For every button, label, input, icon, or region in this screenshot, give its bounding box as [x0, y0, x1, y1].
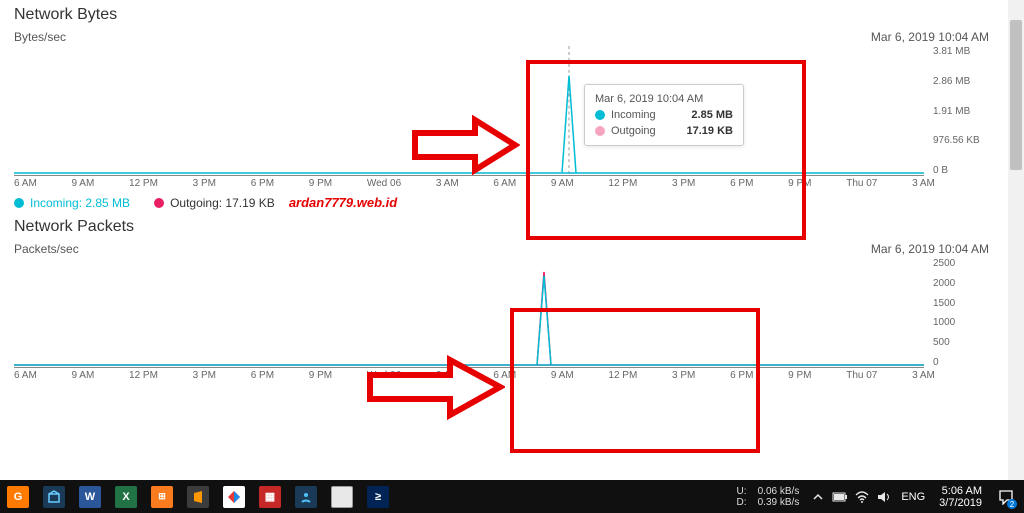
taskbar-word-icon[interactable]: W: [72, 480, 108, 513]
tray-chevron-up-icon[interactable]: [809, 488, 827, 506]
panel-title-bytes: Network Bytes: [14, 6, 995, 24]
annotation-arrow-icon: [365, 355, 505, 420]
legend-incoming[interactable]: Incoming: 2.85 MB: [30, 196, 130, 210]
annotation-arrow-icon: [410, 115, 520, 175]
taskbar-app-icon[interactable]: [36, 480, 72, 513]
tray-clock[interactable]: 5:06 AM 3/7/2019: [939, 485, 982, 509]
tray-notifications-icon[interactable]: 2: [992, 480, 1020, 513]
taskbar-app-icon[interactable]: G: [0, 480, 36, 513]
chart-legend: Incoming: 2.85 MB Outgoing: 17.19 KB ard…: [14, 195, 995, 210]
panel-timestamp-bytes: Mar 6, 2019 10:04 AM: [871, 30, 989, 44]
taskbar-app-icon[interactable]: [288, 480, 324, 513]
legend-outgoing[interactable]: Outgoing: 17.19 KB: [170, 196, 275, 210]
windows-taskbar[interactable]: G W X ⊞ ▦ ≥ U: 0.06 kB/s D: 0.39 kB/s EN…: [0, 480, 1024, 513]
vertical-scrollbar[interactable]: [1008, 0, 1024, 480]
taskbar-app-icon[interactable]: ▦: [252, 480, 288, 513]
annotation-highlight-box: [526, 60, 806, 240]
tray-wifi-icon[interactable]: [853, 488, 871, 506]
legend-dot-incoming-icon: [14, 198, 24, 208]
notification-badge: 2: [1007, 499, 1017, 509]
taskbar-powershell-icon[interactable]: ≥: [360, 480, 396, 513]
tray-volume-icon[interactable]: [875, 488, 893, 506]
panel-ylabel-bytes: Bytes/sec: [14, 30, 66, 44]
annotation-highlight-box: [510, 308, 760, 453]
taskbar-app-icon[interactable]: [324, 480, 360, 513]
legend-dot-outgoing-icon: [154, 198, 164, 208]
panel-ylabel-packets: Packets/sec: [14, 242, 79, 256]
taskbar-excel-icon[interactable]: X: [108, 480, 144, 513]
taskbar-sublime-icon[interactable]: [180, 480, 216, 513]
taskbar-xampp-icon[interactable]: ⊞: [144, 480, 180, 513]
taskbar-netspeed: U: 0.06 kB/s D: 0.39 kB/s: [737, 486, 800, 508]
watermark-text: ardan7779.web.id: [289, 195, 397, 210]
taskbar-app-icon[interactable]: [216, 480, 252, 513]
y-axis-bytes: 3.81 MB 2.86 MB 1.91 MB 976.56 KB 0 B: [929, 46, 984, 176]
chart-network-packets[interactable]: 2500 2000 1500 1000 500 0: [14, 258, 984, 368]
panel-title-packets: Network Packets: [14, 218, 995, 236]
page-content: Network Bytes Bytes/sec Mar 6, 2019 10:0…: [10, 0, 995, 480]
tray-battery-icon[interactable]: [831, 488, 849, 506]
panel-timestamp-packets: Mar 6, 2019 10:04 AM: [871, 242, 989, 256]
tray-language[interactable]: ENG: [901, 491, 925, 503]
y-axis-packets: 2500 2000 1500 1000 500 0: [929, 258, 984, 368]
